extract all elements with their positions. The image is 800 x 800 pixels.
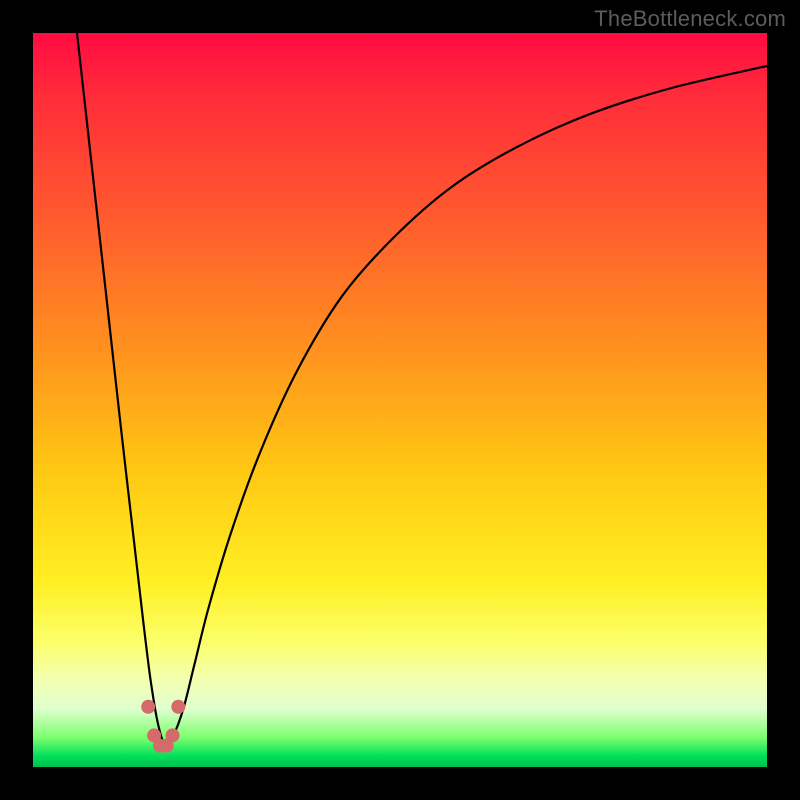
- curve-marker: [171, 700, 185, 714]
- curve-marker: [141, 700, 155, 714]
- bottleneck-curve: [77, 33, 767, 746]
- curve-marker: [166, 728, 180, 742]
- marker-group: [141, 700, 185, 753]
- plot-area: [33, 33, 767, 767]
- watermark-text: TheBottleneck.com: [594, 6, 786, 32]
- chart-svg: [33, 33, 767, 767]
- chart-frame: TheBottleneck.com: [0, 0, 800, 800]
